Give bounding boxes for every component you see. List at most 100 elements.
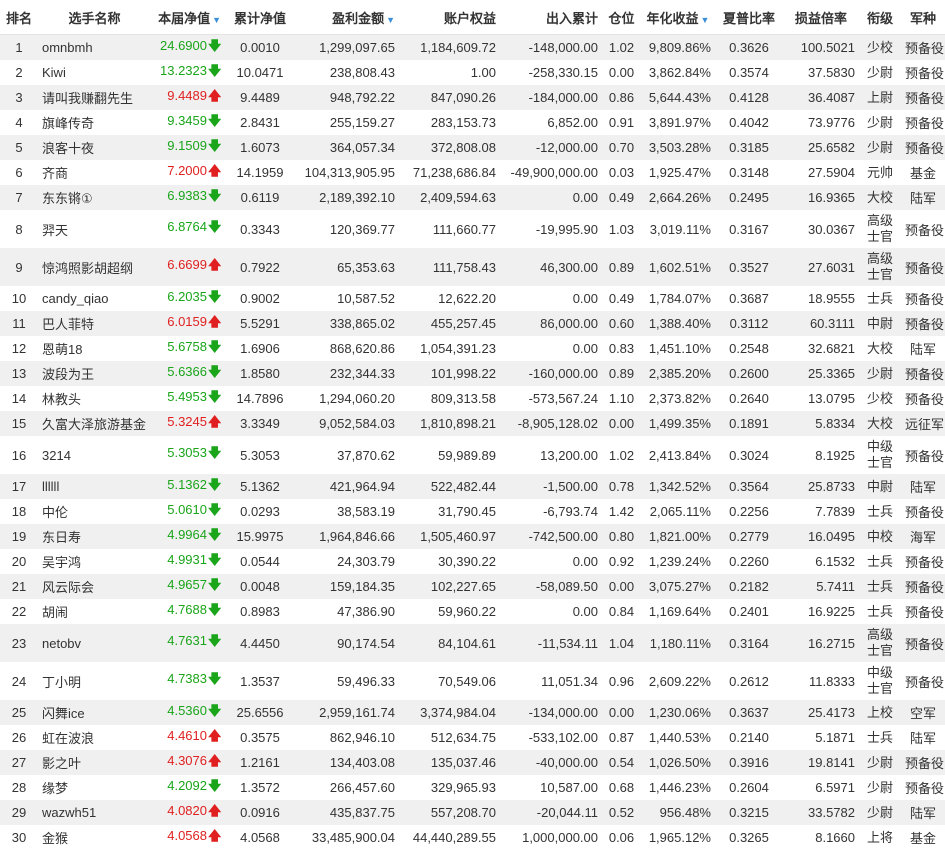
sharpe-cell: 0.3185 [715, 135, 783, 160]
equity-cell: 59,989.89 [399, 436, 500, 474]
position-cell: 1.03 [602, 210, 641, 248]
column-header-rank: 排名 [0, 0, 38, 35]
pl-ratio-cell: 32.6821 [783, 336, 859, 361]
title-cell: 高级士官 [859, 624, 901, 662]
player-name-cell[interactable]: 浪客十夜 [38, 135, 151, 160]
current-nav-cell: 4.5360🡇 [151, 700, 225, 725]
player-name-cell[interactable]: candy_qiao [38, 286, 151, 311]
player-name-cell[interactable]: 东日寿 [38, 524, 151, 549]
nav-value: 6.6699 [167, 257, 207, 272]
equity-cell: 71,238,686.84 [399, 160, 500, 185]
column-header-annual-return[interactable]: 年化收益 ▼ [641, 0, 715, 35]
current-nav-cell: 9.4489🡅 [151, 85, 225, 110]
player-name-cell[interactable]: 吴宇鸿 [38, 549, 151, 574]
player-name-cell[interactable]: 风云际会 [38, 574, 151, 599]
branch-cell: 预备役 [901, 775, 945, 800]
sharpe-cell: 0.3626 [715, 34, 783, 60]
annual-return-cell: 1,821.00% [641, 524, 715, 549]
player-name-cell[interactable]: 羿天 [38, 210, 151, 248]
current-nav-cell: 5.6366🡇 [151, 361, 225, 386]
player-name-cell[interactable]: 请叫我赚翻先生 [38, 85, 151, 110]
equity-cell: 30,390.22 [399, 549, 500, 574]
title-cell: 中级士官 [859, 436, 901, 474]
annual-return-cell: 1,230.06% [641, 700, 715, 725]
branch-cell: 预备役 [901, 549, 945, 574]
flow-cell: -12,000.00 [500, 135, 602, 160]
sort-down-icon[interactable]: ▼ [386, 15, 395, 25]
table-row: 2 Kiwi 13.2323🡇 10.0471 238,808.43 1.00 -258,3… [0, 60, 945, 85]
equity-cell: 135,037.46 [399, 750, 500, 775]
table-row: 21 风云际会 4.9657🡇 0.0048 159,184.35 102,227.65-… [0, 574, 945, 599]
pl-ratio-cell: 60.3111 [783, 311, 859, 336]
player-name-cell[interactable]: Kiwi [38, 60, 151, 85]
player-name-cell[interactable]: netobv [38, 624, 151, 662]
flow-cell: -742,500.00 [500, 524, 602, 549]
player-name-cell[interactable]: 恩萌18 [38, 336, 151, 361]
branch-cell: 预备役 [901, 624, 945, 662]
sort-down-icon[interactable]: ▼ [701, 15, 710, 25]
rank-cell: 14 [0, 386, 38, 411]
title-cell: 上将 [859, 825, 901, 850]
annual-return-cell: 1,784.07% [641, 286, 715, 311]
player-name-cell[interactable]: 巴人菲特 [38, 311, 151, 336]
player-name-cell[interactable]: 闪舞ice [38, 700, 151, 725]
sharpe-cell: 0.3527 [715, 248, 783, 286]
equity-cell: 1,184,609.72 [399, 34, 500, 60]
arrow-down-icon: 🡇 [208, 388, 222, 404]
rank-cell: 4 [0, 110, 38, 135]
player-name-cell[interactable]: 丁小明 [38, 662, 151, 700]
player-name-cell[interactable]: 惊鸿照影胡超纲 [38, 248, 151, 286]
profit-cell: 948,792.22 [295, 85, 399, 110]
cumulative-nav-cell: 0.0916 [225, 800, 295, 825]
title-cell: 少尉 [859, 110, 901, 135]
current-nav-cell: 24.6900🡇 [151, 34, 225, 60]
player-name-cell[interactable]: 波段为王 [38, 361, 151, 386]
column-header-profit[interactable]: 盈利金额 ▼ [295, 0, 399, 35]
player-name-cell[interactable]: llllll [38, 474, 151, 499]
player-name-cell[interactable]: 中伦 [38, 499, 151, 524]
rank-cell: 11 [0, 311, 38, 336]
player-name-cell[interactable]: omnbmh [38, 34, 151, 60]
player-name-cell[interactable]: 3214 [38, 436, 151, 474]
table-row: 18 中伦 5.0610🡇 0.0293 38,583.19 31,790.45 -6,79… [0, 499, 945, 524]
table-row: 3 请叫我赚翻先生 9.4489🡅 9.4489 948,792.22 847,090.2… [0, 85, 945, 110]
cumulative-nav-cell: 4.4450 [225, 624, 295, 662]
player-name-cell[interactable]: 缘梦 [38, 775, 151, 800]
pl-ratio-cell: 100.5021 [783, 34, 859, 60]
table-row: 13 波段为王 5.6366🡇 1.8580 232,344.33 101,998.22-… [0, 361, 945, 386]
sharpe-cell: 0.2401 [715, 599, 783, 624]
profit-cell: 238,808.43 [295, 60, 399, 85]
position-cell: 0.00 [602, 411, 641, 436]
table-row: 22 胡闹 4.7688🡇 0.8983 47,386.90 59,960.22 0.00 0… [0, 599, 945, 624]
player-name-cell[interactable]: 林教头 [38, 386, 151, 411]
profit-cell: 37,870.62 [295, 436, 399, 474]
cumulative-nav-cell: 5.5291 [225, 311, 295, 336]
player-name-cell[interactable]: 久富大泽旅游基金 [38, 411, 151, 436]
player-name-cell[interactable]: 影之叶 [38, 750, 151, 775]
player-name-cell[interactable]: 旗峰传奇 [38, 110, 151, 135]
annual-return-cell: 1,451.10% [641, 336, 715, 361]
sharpe-cell: 0.2548 [715, 336, 783, 361]
player-name-cell[interactable]: 东东锵① [38, 185, 151, 210]
player-name-cell[interactable]: 齐商 [38, 160, 151, 185]
player-name-cell[interactable]: 虹在波浪 [38, 725, 151, 750]
player-name-cell[interactable]: 金猴 [38, 825, 151, 850]
nav-value: 4.5360 [167, 702, 207, 718]
nav-value: 6.2035 [167, 288, 207, 304]
table-row: 6 齐商 7.2000🡅 14.1959 104,313,905.95 71,238,68… [0, 160, 945, 185]
table-row: 12 恩萌18 5.6758🡇 1.6906 868,620.86 1,054,391.2… [0, 336, 945, 361]
rank-cell: 16 [0, 436, 38, 474]
sort-down-icon[interactable]: ▼ [212, 15, 221, 25]
profit-cell: 255,159.27 [295, 110, 399, 135]
flow-cell: -148,000.00 [500, 34, 602, 60]
current-nav-cell: 5.1362🡇 [151, 474, 225, 499]
player-name-cell[interactable]: 胡闹 [38, 599, 151, 624]
player-name-cell[interactable]: wazwh51 [38, 800, 151, 825]
branch-cell: 预备役 [901, 135, 945, 160]
column-header-label: 选手名称 [68, 10, 121, 26]
position-cell: 0.68 [602, 775, 641, 800]
cumulative-nav-cell: 0.6119 [225, 185, 295, 210]
profit-cell: 10,587.52 [295, 286, 399, 311]
column-header-current-nav[interactable]: 本届净值 ▼ [151, 0, 225, 35]
column-header-label: 衔级 [866, 10, 893, 26]
